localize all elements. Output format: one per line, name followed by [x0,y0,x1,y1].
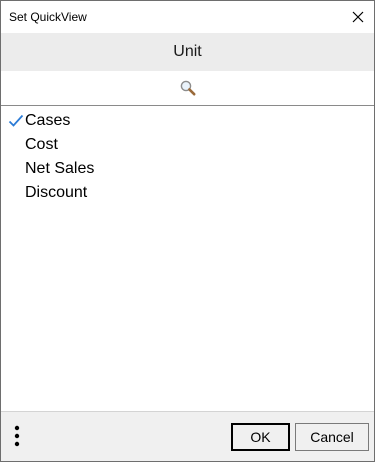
list-item-label: Net Sales [25,160,95,177]
search-icon[interactable] [179,79,197,97]
window-title: Set QuickView [9,10,87,24]
quickview-header: Unit [1,33,374,71]
list-item-discount[interactable]: Discount [1,181,374,205]
close-icon [352,11,364,23]
list-item-label: Cases [25,112,71,129]
more-vertical-icon[interactable] [8,424,26,448]
cancel-button[interactable]: Cancel [295,423,369,451]
ok-button[interactable]: OK [231,423,290,451]
dialog-footer: OK Cancel [1,411,374,461]
list-item-label: Cost [25,136,58,153]
close-button[interactable] [342,1,374,33]
list-item-cases[interactable]: Cases [1,109,374,133]
checkmark-icon [8,114,24,127]
list-item-cost[interactable]: Cost [1,133,374,157]
title-bar: Set QuickView [1,1,374,33]
list-item-label: Discount [25,184,88,201]
search-bar [1,71,374,106]
set-quickview-dialog: Set QuickView Unit Cases Cost Net Sales [0,0,375,462]
list-item-net-sales[interactable]: Net Sales [1,157,374,181]
header-title: Unit [173,43,202,60]
unit-list: Cases Cost Net Sales Discount [1,109,374,205]
